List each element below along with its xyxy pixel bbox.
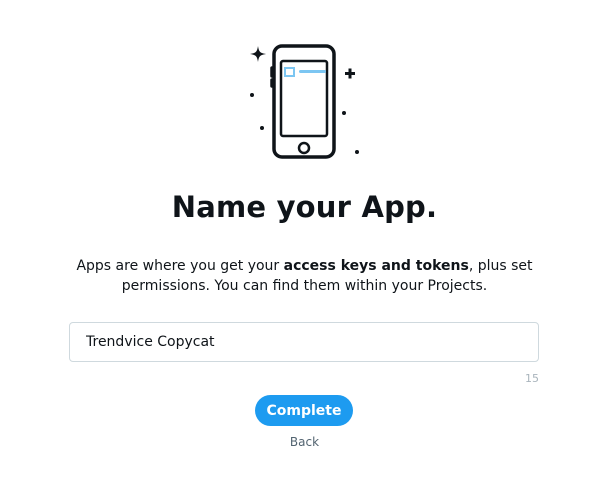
description-emphasis: access keys and tokens xyxy=(283,258,469,274)
app-name-input[interactable] xyxy=(69,322,539,362)
description-line2: permissions. You can find them within yo… xyxy=(121,278,488,294)
back-link: Back xyxy=(0,435,609,449)
phone-illustration-icon xyxy=(250,44,359,159)
description-suffix: , plus set xyxy=(468,258,533,274)
page-title: Name your App. xyxy=(171,190,438,224)
name-app-page: Name your App. Apps are where you get yo… xyxy=(0,0,609,479)
page-description: Apps are where you get your access keys … xyxy=(0,256,609,296)
remaining-characters-count: 15 xyxy=(525,372,539,385)
back-link-label[interactable]: Back xyxy=(290,435,319,449)
complete-button[interactable]: Complete xyxy=(255,395,353,426)
description-prefix: Apps are where you get your xyxy=(76,258,284,274)
